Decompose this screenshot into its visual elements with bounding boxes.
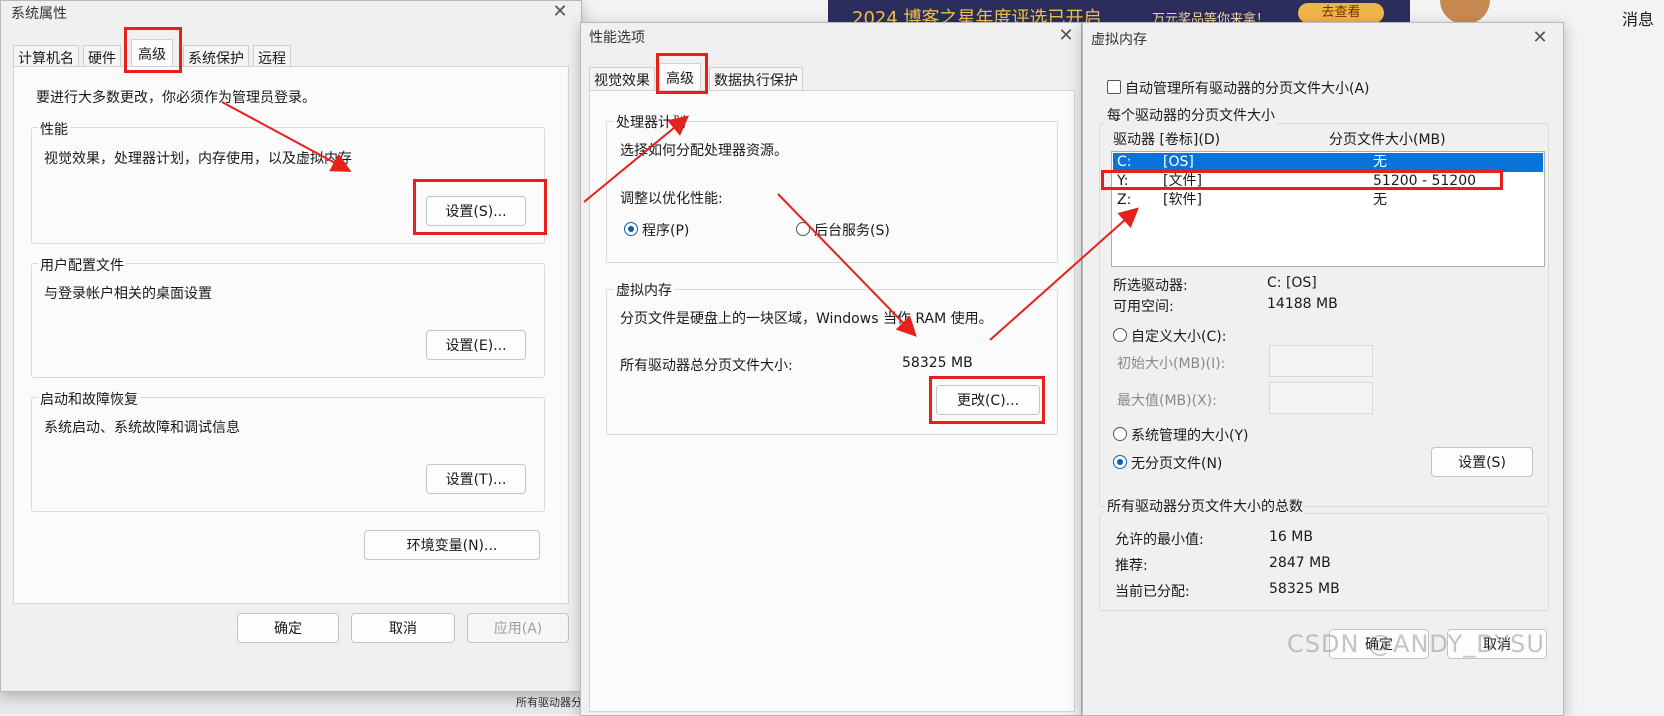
advanced-tab-panel: 处理器计划 选择如何分配处理器资源。 调整以优化性能: 程序(P) 后台服务(S…: [589, 90, 1075, 712]
initial-size-input[interactable]: [1269, 345, 1373, 377]
size-column-header: 分页文件大小(MB): [1329, 132, 1446, 148]
per-drive-group-title: 每个驱动器的分页文件大小: [1105, 105, 1277, 125]
performance-description: 视觉效果，处理器计划，内存使用，以及虚拟内存: [44, 151, 352, 167]
dialog-title: 虚拟内存: [1091, 32, 1147, 48]
watermark: CSDN @ANDY_DYSU: [1287, 630, 1545, 658]
table-row[interactable]: Z: [软件] 无: [1113, 191, 1543, 210]
processor-scheduling-group-title: 处理器计划: [614, 112, 688, 132]
performance-group-title: 性能: [38, 119, 70, 139]
drive-label: [OS]: [1163, 154, 1194, 170]
drive-letter: Y:: [1117, 173, 1129, 189]
tab-data-execution-prevention[interactable]: 数据执行保护: [709, 67, 803, 92]
performance-settings-button[interactable]: 设置(S)...: [426, 196, 526, 226]
admin-note: 要进行大多数更改，你必须作为管理员登录。: [36, 90, 316, 106]
user-profiles-group: [31, 263, 545, 378]
initial-size-label: 初始大小(MB)(I):: [1117, 356, 1226, 372]
adjust-for-label: 调整以优化性能:: [620, 191, 723, 207]
custom-size-radio[interactable]: [1113, 328, 1127, 342]
system-properties-dialog: 系统属性 ✕ 计算机名 硬件 高级 系统保护 远程 要进行大多数更改，你必须作为…: [0, 0, 582, 692]
startup-recovery-settings-button[interactable]: 设置(T)...: [426, 464, 526, 494]
banner-button[interactable]: 去查看: [1298, 3, 1384, 23]
total-paging-file-value: 58325 MB: [902, 355, 973, 371]
virtual-memory-dialog: 虚拟内存 ✕ 自动管理所有驱动器的分页文件大小(A) 每个驱动器的分页文件大小 …: [1082, 22, 1564, 716]
close-icon[interactable]: ✕: [1057, 27, 1075, 45]
dialog-title: 系统属性: [11, 6, 67, 22]
custom-size-label[interactable]: 自定义大小(C):: [1131, 326, 1226, 346]
background-services-radio-label[interactable]: 后台服务(S): [814, 220, 890, 240]
drive-list[interactable]: C: [OS] 无 Y: [文件] 51200 - 51200 Z: [软件] …: [1111, 151, 1545, 267]
recommended-value: 2847 MB: [1269, 555, 1331, 571]
auto-manage-label[interactable]: 自动管理所有驱动器的分页文件大小(A): [1125, 78, 1370, 98]
close-icon[interactable]: ✕: [551, 3, 569, 21]
drive-label: [软件]: [1163, 192, 1202, 208]
programs-radio[interactable]: [624, 222, 638, 236]
drive-letter: Z:: [1117, 192, 1132, 208]
recommended-label: 推荐:: [1115, 558, 1148, 574]
drive-label: [文件]: [1163, 173, 1202, 189]
environment-variables-button[interactable]: 环境变量(N)...: [364, 530, 540, 560]
total-group-title: 所有驱动器分页文件大小的总数: [1105, 496, 1305, 516]
system-managed-radio[interactable]: [1113, 427, 1127, 441]
free-space-value: 14188 MB: [1267, 296, 1338, 312]
table-row[interactable]: Y: [文件] 51200 - 51200: [1113, 172, 1543, 191]
drive-size: 51200 - 51200: [1373, 173, 1477, 189]
currently-allocated-label: 当前已分配:: [1115, 584, 1190, 600]
virtual-memory-description: 分页文件是硬盘上的一块区域，Windows 当作 RAM 使用。: [620, 311, 993, 327]
avatar[interactable]: [1440, 0, 1490, 24]
tab-visual-effects[interactable]: 视觉效果: [589, 67, 655, 92]
drive-column-header: 驱动器 [卷标](D): [1113, 132, 1221, 148]
no-paging-file-radio[interactable]: [1113, 455, 1127, 469]
drive-size: 无: [1373, 154, 1387, 170]
max-size-input[interactable]: [1269, 382, 1373, 414]
max-size-label: 最大值(MB)(X):: [1117, 393, 1217, 409]
user-profiles-settings-button[interactable]: 设置(E)...: [426, 330, 526, 360]
startup-recovery-description: 系统启动、系统故障和调试信息: [44, 420, 240, 436]
advanced-tab-panel: 要进行大多数更改，你必须作为管理员登录。 性能 视觉效果，处理器计划，内存使用，…: [13, 66, 569, 604]
free-space-label: 可用空间:: [1113, 299, 1174, 315]
ok-button[interactable]: 确定: [237, 613, 339, 643]
dialog-title: 性能选项: [589, 30, 645, 46]
set-button[interactable]: 设置(S): [1431, 447, 1533, 477]
startup-recovery-group: [31, 397, 545, 512]
user-profiles-group-title: 用户配置文件: [38, 255, 126, 275]
programs-radio-label[interactable]: 程序(P): [642, 220, 689, 240]
change-button[interactable]: 更改(C)...: [936, 385, 1040, 415]
currently-allocated-value: 58325 MB: [1269, 581, 1340, 597]
processor-scheduling-description: 选择如何分配处理器资源。: [620, 143, 788, 159]
virtual-memory-group-title: 虚拟内存: [614, 280, 674, 300]
table-row[interactable]: C: [OS] 无: [1113, 153, 1543, 172]
cancel-button[interactable]: 取消: [351, 613, 455, 643]
total-paging-file-label: 所有驱动器总分页文件大小:: [620, 358, 793, 374]
performance-group: [31, 127, 545, 244]
right-edge-text: 消息: [1622, 10, 1655, 29]
performance-options-dialog: 性能选项 ✕ 视觉效果 高级 数据执行保护 处理器计划 选择如何分配处理器资源。…: [580, 22, 1082, 716]
drive-letter: C:: [1117, 154, 1132, 170]
min-allowed-value: 16 MB: [1269, 529, 1313, 545]
system-managed-label[interactable]: 系统管理的大小(Y): [1131, 425, 1248, 445]
startup-recovery-group-title: 启动和故障恢复: [38, 389, 140, 409]
selected-drive-value: C: [OS]: [1267, 275, 1317, 291]
drive-size: 无: [1373, 192, 1387, 208]
selected-drive-label: 所选驱动器:: [1113, 278, 1188, 294]
close-icon[interactable]: ✕: [1531, 29, 1549, 47]
min-allowed-label: 允许的最小值:: [1115, 532, 1204, 548]
no-paging-file-label[interactable]: 无分页文件(N): [1131, 453, 1222, 473]
auto-manage-checkbox[interactable]: [1107, 80, 1121, 94]
apply-button[interactable]: 应用(A): [467, 613, 569, 643]
background-services-radio[interactable]: [796, 222, 810, 236]
user-profiles-description: 与登录帐户相关的桌面设置: [44, 286, 212, 302]
